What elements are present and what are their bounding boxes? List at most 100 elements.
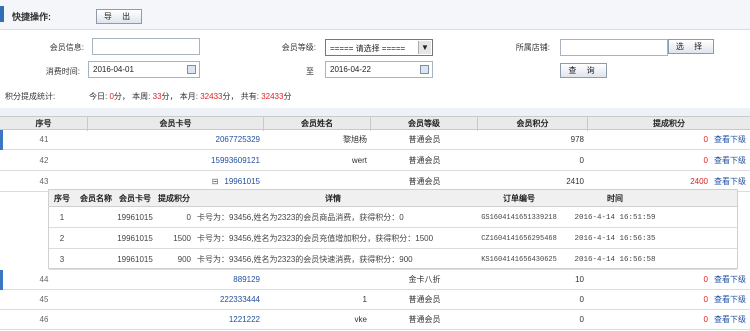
date-to-input[interactable]: 2016-04-22: [325, 61, 433, 78]
row-name: wert: [351, 156, 367, 165]
row-name: vke: [354, 315, 367, 324]
member-info-input[interactable]: [92, 38, 200, 55]
view-subordinates-link[interactable]: 查看下级: [714, 274, 746, 285]
view-subordinates-link[interactable]: 查看下级: [714, 294, 746, 305]
table-row: 46 1221222 vke 普通会员 0 0 查看下级: [0, 310, 750, 330]
collapse-icon[interactable]: ⊟: [212, 177, 219, 186]
view-subordinates-link[interactable]: 查看下级: [714, 134, 746, 145]
row-points: 0: [579, 156, 584, 165]
title-marker: [0, 6, 4, 22]
row-points: 0: [579, 315, 584, 324]
sub-row-name: [75, 207, 117, 228]
sub-row-detail: 卡号为：93456,姓名为2323的会员商品消费，获得积分：0: [197, 213, 404, 222]
member-level-select[interactable]: ===== 请选择 ===== ▼: [325, 39, 433, 56]
row-no: 46: [39, 315, 49, 324]
week-value: 33: [152, 92, 162, 101]
export-button[interactable]: 导 出: [96, 9, 142, 24]
row-name: 1: [362, 295, 367, 304]
subtable: 序号 会员名称 会员卡号 提成积分 详情 订单编号 时间 1 19961015 0 卡…: [48, 189, 738, 270]
calendar-icon[interactable]: [420, 65, 429, 74]
member-card-link[interactable]: 889129: [233, 275, 260, 284]
row-no: 42: [39, 156, 49, 165]
row-name: [264, 270, 371, 289]
row-commission: 0: [703, 315, 708, 324]
view-subordinates-link[interactable]: 查看下级: [714, 155, 746, 166]
sub-row-card: 19961015: [117, 255, 153, 264]
sub-row-no: 1: [59, 213, 65, 222]
select-store-button[interactable]: 选 择: [668, 39, 714, 54]
row-commission-cell: 0 查看下级: [588, 130, 750, 149]
member-card-link[interactable]: 2067725329: [216, 135, 261, 144]
col-points: 会员积分: [478, 117, 588, 131]
row-commission-cell: 0 查看下级: [588, 270, 750, 289]
date-from-input[interactable]: 2016-04-01: [88, 61, 200, 78]
today-unit: 分: [113, 92, 122, 101]
sub-col-card: 会员卡号: [119, 194, 151, 203]
member-card-link[interactable]: 222333444: [220, 295, 260, 304]
subtable-row: 3 19961015 900 卡号为：93456,姓名为2323的会员快速消费，获得积…: [49, 249, 737, 270]
week-unit: 分: [161, 92, 170, 101]
sub-col-no: 序号: [54, 194, 70, 203]
quick-action-title: 快捷操作:: [12, 12, 51, 22]
query-button[interactable]: 查 询: [560, 63, 607, 78]
commission-stats: 积分提成统计: 今日: 0分， 本周: 33分， 本月: 32433分， 共有:…: [0, 88, 750, 106]
member-card-link[interactable]: 1221222: [229, 315, 260, 324]
table-row: 42 15993609121 wert 普通会员 0 0 查看下级: [0, 151, 750, 171]
row-highlight-strip: [0, 130, 3, 150]
row-name: 黎旭杨: [343, 135, 367, 144]
table-row: 45 222333444 1 普通会员 0 0 查看下级: [0, 290, 750, 310]
store-input[interactable]: [560, 39, 668, 56]
member-info-label: 会员信息:: [49, 43, 84, 52]
month-value: 32433: [200, 92, 223, 101]
sub-row-commission: 0: [186, 213, 191, 222]
row-card-cell: 1221222: [88, 310, 264, 329]
row-commission-cell: 0 查看下级: [588, 151, 750, 170]
sub-row-time: 2016-4-14 16:51:59: [574, 213, 656, 222]
date-to-label: 至: [306, 67, 314, 76]
row-card-cell: 889129: [88, 270, 264, 289]
row-commission: 2400: [690, 177, 708, 186]
row-commission-cell: 0 查看下级: [588, 310, 750, 329]
col-commission: 提成积分: [653, 119, 685, 128]
sub-row-commission: 1500: [173, 234, 191, 243]
sub-col-time: 时间: [607, 194, 623, 203]
view-subordinates-link[interactable]: 查看下级: [714, 314, 746, 325]
sep: ，: [169, 92, 178, 101]
table-header: 序号 会员卡号 会员姓名 会员等级 会员积分 提成积分: [0, 116, 750, 131]
table-row: 41 2067725329 黎旭杨 普通会员 978 0 查看下级: [0, 130, 750, 150]
table-row: 44 889129 金卡八折 10 0 查看下级: [0, 270, 750, 290]
quick-action-bar: 快捷操作: 导 出: [0, 0, 750, 30]
sub-row-order: KS1604141656430625: [481, 255, 557, 264]
member-level-selected: ===== 请选择 =====: [330, 44, 406, 53]
member-card-link[interactable]: 15993609121: [211, 156, 260, 165]
member-card-link[interactable]: 19961015: [224, 177, 260, 186]
sub-col-name: 会员名称: [80, 194, 112, 203]
today-label: 今日:: [89, 92, 108, 101]
sub-row-detail: 卡号为：93456,姓名为2323的会员快速消费，获得积分：900: [197, 255, 413, 264]
sep: ，: [121, 92, 130, 101]
subtable-row: 2 19961015 1500 卡号为：93456,姓名为2323的会员充值增加积分，…: [49, 228, 737, 249]
sub-row-order: CZ1604141656295468: [481, 234, 557, 243]
calendar-icon[interactable]: [187, 65, 196, 74]
col-no: 序号: [0, 117, 88, 131]
total-label: 共有:: [240, 92, 259, 101]
sub-row-commission: 900: [177, 255, 191, 264]
col-name: 会员姓名: [264, 117, 371, 131]
total-unit: 分: [283, 92, 292, 101]
row-level: 普通会员: [408, 295, 441, 304]
total-value: 32433: [261, 92, 284, 101]
sub-row-no: 2: [59, 234, 65, 243]
consume-time-label: 消费时间:: [45, 67, 80, 76]
row-level: 金卡八折: [408, 275, 441, 284]
sub-row-card: 19961015: [117, 234, 153, 243]
row-commission: 0: [703, 135, 708, 144]
row-card-cell: 222333444: [88, 290, 264, 309]
sub-col-commission: 提成积分: [158, 194, 190, 203]
sub-row-time: 2016-4-14 16:56:35: [574, 234, 656, 243]
chevron-down-icon[interactable]: ▼: [418, 41, 431, 54]
row-points: 10: [575, 275, 584, 284]
row-no: 44: [39, 275, 49, 284]
view-subordinates-link[interactable]: 查看下级: [714, 176, 746, 187]
sub-row-time: 2016-4-14 16:56:58: [574, 255, 656, 264]
col-card: 会员卡号: [88, 117, 264, 131]
